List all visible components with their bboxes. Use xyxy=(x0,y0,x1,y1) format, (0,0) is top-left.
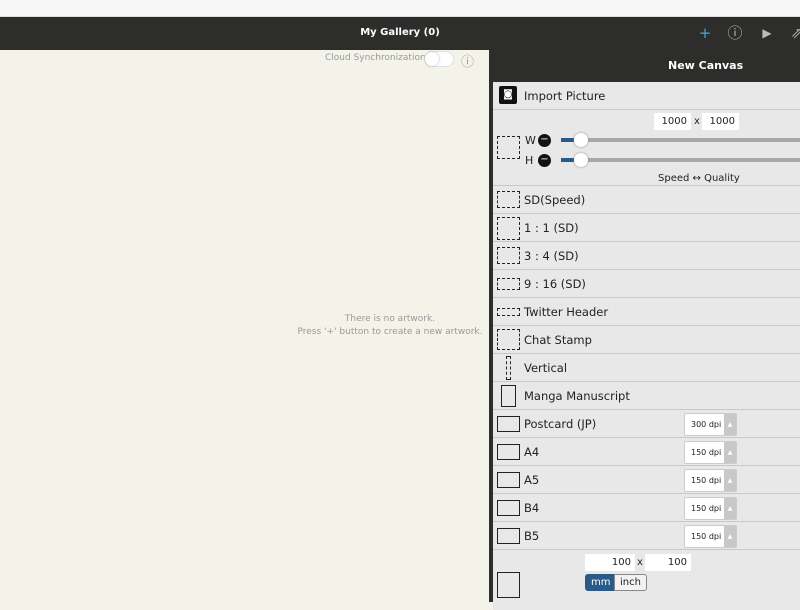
canvas-shape-icon xyxy=(497,191,520,208)
preset-label: SD(Speed) xyxy=(524,193,586,207)
preset-label: 1 : 1 (SD) xyxy=(524,221,579,235)
canvas-shape-icon xyxy=(497,217,520,240)
app-header: My Gallery (0) + ⓘ ▶ ⇗ xyxy=(0,17,800,50)
paper-label: A4 xyxy=(524,445,540,459)
preset-row[interactable]: Vertical xyxy=(493,354,800,382)
speed-quality-label: Speed ↔ Quality xyxy=(658,173,740,184)
width-slider[interactable] xyxy=(561,138,800,142)
dpi-arrow-icon[interactable]: ▲ xyxy=(724,526,736,547)
paper-label: Postcard (JP) xyxy=(524,417,597,431)
height-slider-fill xyxy=(561,158,575,162)
share-icon[interactable]: ⇗ xyxy=(787,23,800,43)
dpi-select[interactable]: 150 dpi ▲ xyxy=(684,525,737,548)
height-slider[interactable] xyxy=(561,158,800,162)
height-input[interactable]: 1000 xyxy=(702,113,739,130)
dpi-value: 150 dpi xyxy=(691,476,722,485)
preset-row[interactable]: 3 : 4 (SD) xyxy=(493,242,800,270)
info-icon[interactable]: ⓘ xyxy=(725,23,745,43)
width-minus-button[interactable]: − xyxy=(538,134,551,147)
dpi-arrow-icon[interactable]: ▲ xyxy=(724,470,736,491)
preset-row[interactable]: Manga Manuscript xyxy=(493,382,800,410)
width-slider-thumb[interactable] xyxy=(574,133,588,147)
preset-row[interactable]: SD(Speed) xyxy=(493,186,800,214)
paper-row[interactable]: A4 150 dpi ▲ xyxy=(493,438,800,466)
paper-height-input[interactable]: 100 xyxy=(645,554,691,571)
preset-label: 3 : 4 (SD) xyxy=(524,249,579,263)
canvas-shape-icon xyxy=(497,247,520,264)
dpi-value: 150 dpi xyxy=(691,448,722,457)
cloud-sync-toggle[interactable] xyxy=(424,51,454,67)
window-top-strip xyxy=(0,0,800,17)
w-label: W xyxy=(525,134,536,147)
preset-row[interactable]: 9 : 16 (SD) xyxy=(493,270,800,298)
dpi-value: 150 dpi xyxy=(691,532,722,541)
paper-label: B5 xyxy=(524,529,540,543)
custom-size-row: 1000 x 1000 W − H − Speed ↔ Quality xyxy=(493,110,800,186)
dpi-value: 150 dpi xyxy=(691,504,722,513)
preset-label: Vertical xyxy=(524,361,568,375)
paper-row[interactable]: B4 150 dpi ▲ xyxy=(493,494,800,522)
dpi-value: 300 dpi xyxy=(691,420,722,429)
canvas-shape-icon xyxy=(497,472,520,488)
import-picture-row[interactable]: ◙ Import Picture xyxy=(493,82,800,110)
height-minus-button[interactable]: − xyxy=(538,154,551,167)
x-separator: x xyxy=(694,116,700,127)
new-canvas-panel: New Canvas ◙ Import Picture 1000 x 1000 … xyxy=(489,50,800,610)
cloud-info-icon[interactable]: ⓘ xyxy=(461,51,474,70)
x-separator: x xyxy=(637,557,643,568)
preset-row[interactable]: Chat Stamp xyxy=(493,326,800,354)
preset-label: Manga Manuscript xyxy=(524,389,630,403)
paper-row[interactable]: Postcard (JP) 300 dpi ▲ xyxy=(493,410,800,438)
dpi-arrow-icon[interactable]: ▲ xyxy=(724,498,736,519)
dpi-arrow-icon[interactable]: ▲ xyxy=(724,442,736,463)
canvas-shape-icon xyxy=(497,572,520,598)
canvas-shape-icon xyxy=(497,444,520,460)
dpi-select[interactable]: 150 dpi ▲ xyxy=(684,441,737,464)
h-label: H xyxy=(525,154,534,167)
camera-icon: ◙ xyxy=(499,86,517,104)
preset-row[interactable]: Twitter Header xyxy=(493,298,800,326)
canvas-shape-icon xyxy=(497,528,520,544)
canvas-shape-icon xyxy=(497,416,520,432)
preset-label: Twitter Header xyxy=(524,305,609,319)
height-slider-thumb[interactable] xyxy=(574,153,588,167)
page-title: My Gallery (0) xyxy=(360,27,440,38)
width-input[interactable]: 1000 xyxy=(654,113,691,130)
play-icon[interactable]: ▶ xyxy=(757,23,777,43)
plus-icon[interactable]: + xyxy=(695,23,715,43)
paper-label: B4 xyxy=(524,501,540,515)
paper-row[interactable]: A5 150 dpi ▲ xyxy=(493,466,800,494)
paper-row[interactable]: B5 150 dpi ▲ xyxy=(493,522,800,550)
canvas-shape-icon xyxy=(506,356,511,380)
canvas-shape-icon xyxy=(497,329,520,350)
empty-line-1: There is no artwork. xyxy=(344,314,436,324)
unit-mm-button[interactable]: mm xyxy=(585,574,617,591)
paper-width-input[interactable]: 100 xyxy=(585,554,635,571)
canvas-shape-icon xyxy=(497,278,520,290)
import-label: Import Picture xyxy=(524,89,606,103)
paper-label: A5 xyxy=(524,473,540,487)
canvas-shape-icon xyxy=(497,500,520,516)
preset-label: Chat Stamp xyxy=(524,333,592,347)
dpi-select[interactable]: 300 dpi ▲ xyxy=(684,413,737,436)
panel-title: New Canvas xyxy=(668,59,744,72)
preset-row[interactable]: 1 : 1 (SD) xyxy=(493,214,800,242)
canvas-shape-icon xyxy=(497,308,520,316)
dpi-select[interactable]: 150 dpi ▲ xyxy=(684,497,737,520)
width-slider-fill xyxy=(561,138,575,142)
dpi-arrow-icon[interactable]: ▲ xyxy=(724,414,736,435)
empty-message: There is no artwork. Press '+' button to… xyxy=(290,313,490,339)
canvas-shape-icon xyxy=(501,385,516,407)
unit-inch-button[interactable]: inch xyxy=(614,574,647,591)
preset-label: 9 : 16 (SD) xyxy=(524,277,586,291)
paper-custom-row: 100 x 100 mm inch xyxy=(493,550,800,610)
cloud-sync-label: Cloud Synchronization xyxy=(325,53,426,63)
dpi-select[interactable]: 150 dpi ▲ xyxy=(684,469,737,492)
toggle-knob xyxy=(425,52,439,66)
empty-line-2: Press '+' button to create a new artwork… xyxy=(297,327,483,337)
canvas-shape-icon xyxy=(497,136,520,159)
